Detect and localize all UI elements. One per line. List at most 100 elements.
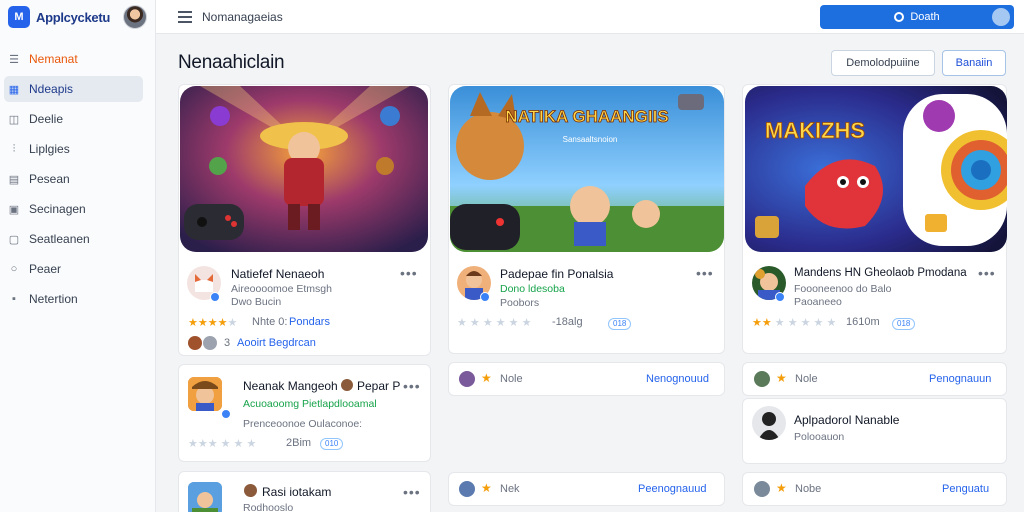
sidebar-item-label: Deelie: [29, 112, 64, 126]
featured-hero-image[interactable]: MAKIZHS: [745, 86, 1007, 252]
meta-link[interactable]: Pondars: [289, 316, 330, 328]
meta-text: Nhte 0:: [252, 316, 288, 328]
search-label: Doath: [910, 11, 940, 23]
sidebar-item-label: Liplgies: [29, 142, 70, 156]
more-options-icon[interactable]: •••: [400, 265, 418, 281]
grid-icon: ▦: [8, 83, 20, 96]
sidebar-item-2[interactable]: ◫ Deelie: [4, 106, 143, 132]
row-link[interactable]: Penognauun: [929, 373, 991, 385]
hero-title: MAKIZHS: [765, 118, 865, 143]
sidebar-item-4[interactable]: ▤ Pesean: [4, 166, 143, 192]
avatar: [459, 371, 475, 387]
sidebar-item-label: Seatleanen: [29, 232, 90, 246]
sidebar-item-label: Peaer: [29, 262, 62, 276]
row-label: Nobe: [795, 483, 822, 495]
meta-text: 2Bim: [286, 437, 312, 449]
app-icon[interactable]: [752, 406, 786, 440]
row-label: Nek: [500, 483, 520, 495]
search-icon: [894, 12, 905, 22]
rating-stars: ★★ ★ ★ ★ ★ ★: [752, 317, 837, 329]
featured-hero-image[interactable]: NATIKA GHAANGIIS Sansaaltsnoion: [450, 86, 724, 252]
row-link[interactable]: Nenognouud: [646, 373, 709, 385]
star-icon: ★: [776, 481, 787, 495]
sidebar-item-5[interactable]: ▣ Secinagen: [4, 196, 143, 222]
more-options-icon[interactable]: •••: [978, 265, 996, 281]
meta-text: -18alg: [552, 316, 583, 328]
more-options-icon[interactable]: •••: [696, 265, 714, 281]
app-subtitle: Acuoaoomg Pietlapdlooamal: [243, 398, 377, 410]
rating-stars: ★★★ ★ ★ ★: [188, 438, 257, 450]
detail-name[interactable]: Aplpadorol Nanable: [794, 413, 899, 427]
avatar: [341, 379, 353, 391]
app-name[interactable]: Mandens HN Gheolaob Pmodana: [794, 267, 967, 279]
sidebar-item-label: Ndeapis: [29, 82, 74, 96]
sidebar-item-6[interactable]: ▢ Seatleanen: [4, 226, 143, 252]
app-subtitle-2: Paoaneeo: [794, 296, 842, 308]
app-name[interactable]: Rasi iotakam: [262, 485, 331, 499]
app-name[interactable]: Neanak Mangeoh: [243, 379, 338, 393]
row-label: Nole: [795, 373, 818, 385]
chart-icon: ⫶: [12, 142, 16, 155]
sidebar-item-label: Secinagen: [29, 202, 86, 216]
sidebar-item-3[interactable]: ⫶ Liplgies: [4, 136, 143, 162]
footer-link[interactable]: Aooirt Begdrcan: [237, 337, 316, 349]
row-label: Nole: [500, 373, 523, 385]
secondary-button[interactable]: Demolodpuiine: [831, 50, 935, 76]
avatar: [754, 371, 770, 387]
sidebar-item-0[interactable]: ☰ Nemanat: [4, 46, 143, 72]
topbar-title: Nomanagaeias: [202, 9, 283, 24]
hero-art: MAKIZHS: [745, 86, 1007, 252]
app-subtitle-2: Dwo Bucin: [231, 296, 282, 308]
verified-badge-icon: [775, 292, 785, 302]
row-link[interactable]: Peenognauud: [638, 483, 707, 495]
app-subtitle: Foooneenoo do Balo: [794, 283, 892, 295]
star-icon: ★: [481, 371, 492, 385]
sidebar-item-7[interactable]: ○ Peaer: [4, 256, 143, 282]
menu-icon[interactable]: [178, 10, 192, 23]
chat-icon: ▢: [8, 233, 20, 246]
hero-art: [180, 86, 428, 252]
hero-title: NATIKA GHAANGIIS: [505, 107, 668, 126]
user-avatar[interactable]: [123, 5, 147, 29]
featured-hero-image[interactable]: [180, 86, 428, 252]
search-button[interactable]: Doath: [820, 5, 1014, 29]
detail-subtitle: Polooauon: [794, 431, 845, 443]
app-name[interactable]: Natiefef Nenaeoh: [231, 267, 324, 281]
sidebar-item-8[interactable]: ▪ Netertion: [4, 286, 143, 312]
app-subtitle-2: Poobors: [500, 297, 540, 309]
rating-stars: ★★★★★: [188, 317, 238, 329]
doc-icon: ▪: [12, 293, 16, 305]
app-subtitle: Dono ldesoba: [500, 283, 565, 295]
app-icon[interactable]: [188, 377, 222, 411]
app-icon[interactable]: [188, 482, 222, 512]
more-options-icon[interactable]: •••: [403, 484, 421, 500]
avatar: [188, 336, 202, 350]
app-logo[interactable]: M: [8, 6, 30, 28]
verified-badge-icon: [221, 409, 231, 419]
verified-badge-icon: [210, 292, 220, 302]
app-name[interactable]: Padepae fin Ponalsia: [500, 267, 613, 281]
app-name-tail: Pepar P: [357, 379, 401, 393]
app-subtitle-2: Prenceoonoe Oulaconoe:: [243, 418, 363, 430]
image-icon: ▣: [8, 203, 20, 216]
verified-badge-icon: [480, 292, 490, 302]
app-name: Applcycketu: [36, 9, 111, 25]
page-title: Nenaahiclain: [178, 52, 285, 73]
meta-text: 1610m: [846, 316, 880, 328]
topbar: Nomanagaeias Doath: [156, 0, 1024, 34]
app-subtitle: Rodhooslo: [243, 502, 294, 512]
rating-pill: 018: [892, 318, 916, 330]
sidebar-item-1[interactable]: ▦ Ndeapis: [4, 76, 143, 102]
more-options-icon[interactable]: •••: [403, 378, 421, 394]
row-link[interactable]: Penguatu: [942, 483, 989, 495]
bag-icon: ◫: [8, 113, 20, 126]
globe-icon[interactable]: [992, 8, 1010, 26]
rating-pill: 010: [320, 438, 344, 450]
sidebar-item-label: Netertion: [29, 292, 78, 306]
search-icon: ○: [10, 263, 18, 275]
star-icon: ★: [481, 481, 492, 495]
sidebar-item-label: Pesean: [29, 172, 70, 186]
footer-count: 3: [224, 337, 231, 349]
table-icon: ▤: [8, 173, 20, 186]
primary-button[interactable]: Banaiin: [942, 50, 1006, 76]
